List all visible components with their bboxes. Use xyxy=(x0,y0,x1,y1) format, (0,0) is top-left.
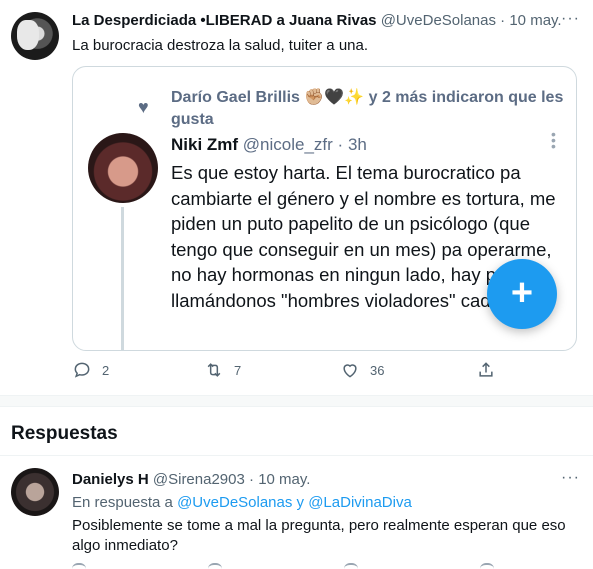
screenshot-media[interactable]: ♥ Darío Gael Brillis ✊🏼🖤✨ y 2 más indica… xyxy=(72,66,577,351)
tweet-actions: 2 7 36 xyxy=(72,360,502,386)
compose-fab-button: + xyxy=(487,259,557,329)
heart-outline-icon[interactable] xyxy=(344,563,358,569)
more-horizontal-icon[interactable]: ··· xyxy=(561,10,580,28)
in-reply-prefix: En respuesta a xyxy=(72,494,173,511)
quoted-header: Niki Zmf @nicole_zfr · 3h xyxy=(171,135,367,155)
replies-heading: Respuestas xyxy=(11,423,118,444)
thread-line xyxy=(121,207,124,350)
heart-icon: ♥ xyxy=(138,97,149,117)
author-avatar[interactable] xyxy=(11,12,59,60)
like-button[interactable]: 36 xyxy=(340,360,384,380)
share-icon xyxy=(479,362,493,377)
reply-button[interactable]: 2 xyxy=(72,360,109,380)
quoted-author-name: Niki Zmf xyxy=(171,135,239,154)
reply-icon[interactable] xyxy=(72,563,86,569)
quoted-time: 3h xyxy=(347,135,367,154)
quoted-separator: · xyxy=(337,135,344,154)
reply-actions-partial xyxy=(72,563,502,569)
more-horizontal-icon[interactable]: ··· xyxy=(561,469,580,487)
reply-header: Danielys H @Sirena2903 · 10 may. xyxy=(72,471,310,488)
more-vertical-icon: • • • xyxy=(551,126,556,154)
tweet[interactable]: La Desperdiciada •LIBERAD a Juana Rivas … xyxy=(0,0,593,394)
retweet-button[interactable]: 7 xyxy=(204,360,241,380)
tweet-text: La burocracia destroza la salud, tuiter … xyxy=(72,37,369,54)
author-handle[interactable]: @UveDeSolanas xyxy=(381,12,496,29)
retweet-icon xyxy=(207,363,221,377)
retweet-count: 7 xyxy=(234,362,242,378)
tweet-date[interactable]: 10 may. xyxy=(509,12,561,29)
quoted-author-handle: @nicole_zfr xyxy=(242,135,333,154)
share-icon[interactable] xyxy=(480,563,494,569)
reply-separator: · xyxy=(249,471,255,488)
reply-author-name[interactable]: Danielys H xyxy=(72,471,149,488)
in-reply-to: En respuesta a @UveDeSolanas y @LaDivina… xyxy=(72,494,412,511)
reply-tweet[interactable]: Danielys H @Sirena2903 · 10 may. ··· En … xyxy=(0,456,593,569)
reply-count: 2 xyxy=(102,362,110,378)
heart-outline-icon xyxy=(343,364,357,378)
reply-author-handle[interactable]: @Sirena2903 xyxy=(153,471,245,488)
reply-icon xyxy=(74,362,90,378)
section-divider xyxy=(0,395,593,407)
in-reply-users-link[interactable]: @UveDeSolanas y @LaDivinaDiva xyxy=(177,494,412,511)
separator-dot: · xyxy=(500,12,506,29)
like-count: 36 xyxy=(370,362,385,378)
reply-date[interactable]: 10 may. xyxy=(258,471,310,488)
reply-avatar[interactable] xyxy=(11,468,59,516)
retweet-icon[interactable] xyxy=(208,563,222,569)
reply-text: Posiblemente se tome a mal la pregunta, … xyxy=(72,517,566,554)
tweet-header: La Desperdiciada •LIBERAD a Juana Rivas … xyxy=(72,12,562,29)
niki-avatar xyxy=(88,133,158,203)
liked-by-text: Darío Gael Brillis ✊🏼🖤✨ y 2 más indicaro… xyxy=(171,89,564,128)
share-button[interactable] xyxy=(476,360,496,380)
author-name[interactable]: La Desperdiciada •LIBERAD a Juana Rivas xyxy=(72,12,377,29)
